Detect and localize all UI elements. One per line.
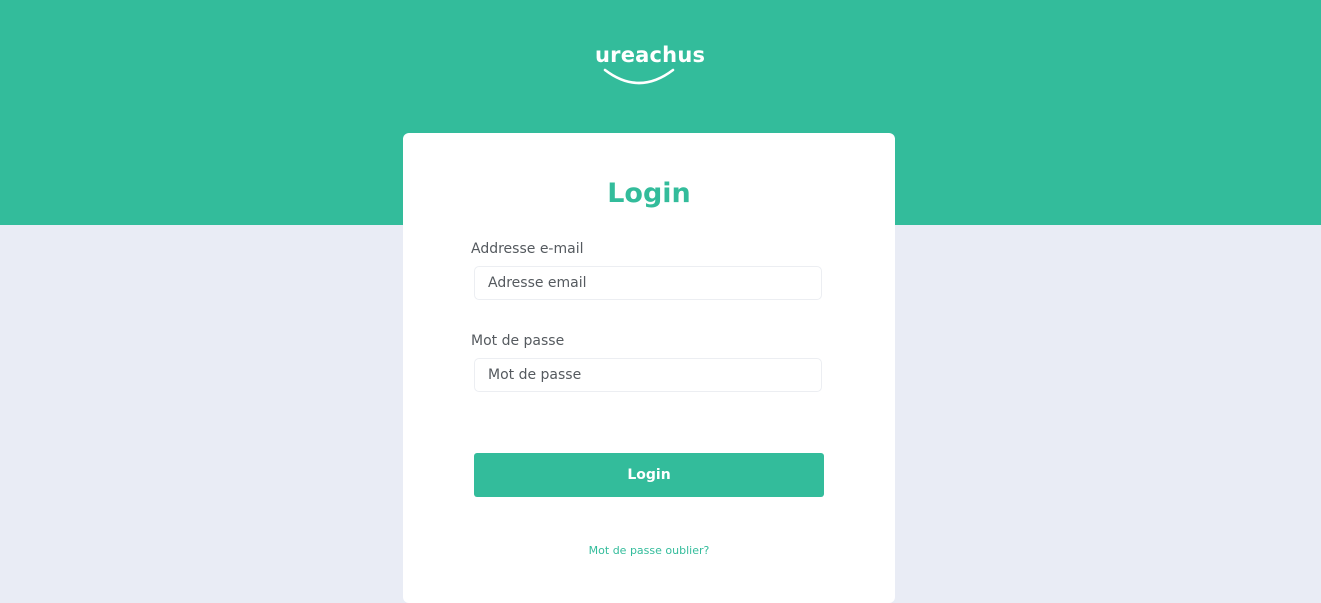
password-field[interactable]	[474, 358, 822, 392]
email-field[interactable]	[474, 266, 822, 300]
password-label: Mot de passe	[471, 333, 565, 349]
login-card: Login Addresse e-mail Mot de passe Login…	[403, 133, 895, 603]
login-title: Login	[607, 178, 691, 209]
forgot-password-link[interactable]: Mot de passe oublier?	[403, 544, 895, 558]
smile-arc-icon	[603, 68, 675, 85]
email-label: Addresse e-mail	[471, 241, 584, 257]
brand-logo: ureachus	[595, 42, 705, 90]
login-button[interactable]: Login	[474, 453, 824, 497]
